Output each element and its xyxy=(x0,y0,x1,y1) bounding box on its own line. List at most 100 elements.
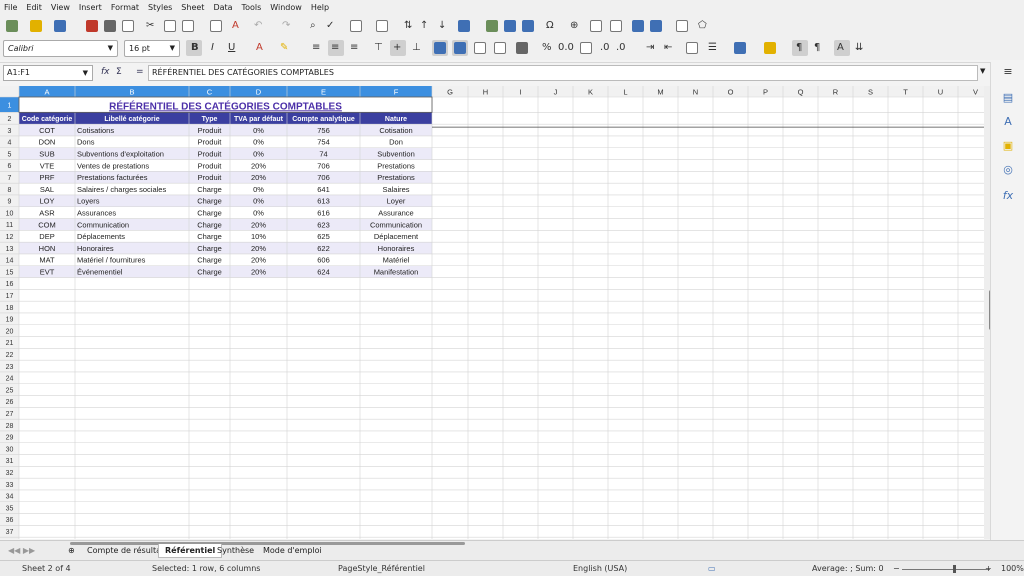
autofilter-icon[interactable] xyxy=(458,20,470,32)
currency-format-icon[interactable] xyxy=(516,42,528,54)
pivot-table-icon[interactable] xyxy=(522,20,534,32)
chevron-down-icon[interactable]: ▼ xyxy=(108,41,113,56)
tab-nav-icon[interactable]: ◀◀ ▶▶ xyxy=(8,546,35,555)
zoom-slider[interactable] xyxy=(902,569,990,570)
underline-icon[interactable]: U xyxy=(228,42,235,54)
chevron-down-icon[interactable]: ▼ xyxy=(83,66,88,80)
column-icon[interactable] xyxy=(376,20,388,32)
name-box[interactable]: A1:F1 ▼ xyxy=(3,65,93,81)
gallery-icon[interactable]: ▣ xyxy=(1002,140,1014,152)
undo-icon[interactable]: ↶ xyxy=(254,20,262,32)
redo-icon[interactable]: ↷ xyxy=(282,20,290,32)
sort-ascending-icon[interactable]: ↑ xyxy=(420,20,428,32)
font-name-combo[interactable]: Calibri ▼ xyxy=(3,40,118,57)
right-to-left-icon[interactable]: ¶ xyxy=(814,42,820,54)
shapes-icon[interactable]: ⬠ xyxy=(698,20,707,32)
menu-styles[interactable]: Styles xyxy=(148,3,172,12)
properties-icon[interactable]: ▤ xyxy=(1002,92,1014,104)
merge-center-icon[interactable] xyxy=(454,42,466,54)
align-bottom-icon[interactable]: ⊥ xyxy=(412,42,421,54)
page-style[interactable]: PageStyle_Référentiel xyxy=(338,564,425,573)
sort-icon[interactable]: ⇅ xyxy=(404,20,412,32)
menu-tools[interactable]: Tools xyxy=(242,3,262,12)
copy-icon[interactable] xyxy=(164,20,176,32)
tab-synthese[interactable]: Synthèse xyxy=(211,544,260,558)
unmerge-icon[interactable] xyxy=(474,42,486,54)
center-vertically-icon[interactable]: + xyxy=(393,42,401,54)
formula-input[interactable]: RÉFÉRENTIEL DES CATÉGORIES COMPTABLES xyxy=(148,65,978,81)
print-icon[interactable] xyxy=(104,20,116,32)
font-color-icon[interactable]: A xyxy=(256,42,263,54)
new-document-icon[interactable] xyxy=(6,20,18,32)
insert-row-icon[interactable] xyxy=(494,42,506,54)
wrap-text-icon[interactable] xyxy=(434,42,446,54)
cut-icon[interactable]: ✂ xyxy=(146,20,154,32)
date-format-icon[interactable] xyxy=(580,42,592,54)
bold-icon[interactable]: B xyxy=(191,42,199,54)
hyperlink-icon[interactable]: ⊕ xyxy=(570,20,578,32)
menu-data[interactable]: Data xyxy=(213,3,232,12)
highlight-color-icon[interactable]: ✎ xyxy=(280,42,288,54)
zoom-level[interactable]: 100% xyxy=(1001,564,1024,573)
expand-formula-icon[interactable]: ▼ xyxy=(980,67,985,75)
increase-indent-icon[interactable]: ⇥ xyxy=(646,42,654,54)
borders-icon[interactable] xyxy=(686,42,698,54)
export-pdf-icon[interactable] xyxy=(86,20,98,32)
menu-window[interactable]: Window xyxy=(270,3,302,12)
menu-sheet[interactable]: Sheet xyxy=(181,3,204,12)
row-icon[interactable] xyxy=(350,20,362,32)
add-sheet-icon[interactable]: ⊕ xyxy=(68,546,75,555)
left-to-right-icon[interactable]: ¶ xyxy=(796,42,802,54)
comment-icon[interactable] xyxy=(590,20,602,32)
styles-icon[interactable]: A xyxy=(1002,116,1014,128)
menu-file[interactable]: File xyxy=(4,3,17,12)
selection-mode-icon[interactable]: ▭ xyxy=(708,564,716,573)
insert-chart-icon[interactable] xyxy=(504,20,516,32)
headers-footers-icon[interactable] xyxy=(610,20,622,32)
decrease-indent-icon[interactable]: ⇤ xyxy=(664,42,672,54)
tab-mode-emploi[interactable]: Mode d'emploi xyxy=(257,544,328,558)
clear-formatting-icon[interactable]: A xyxy=(232,20,239,32)
number-format-icon[interactable]: 0.0 xyxy=(558,42,574,54)
insert-image-icon[interactable] xyxy=(486,20,498,32)
conditional-format-icon[interactable] xyxy=(764,42,776,54)
border-style-icon[interactable]: ☰ xyxy=(708,42,717,54)
spelling-icon[interactable]: ✓ xyxy=(326,20,334,32)
font-size-combo[interactable]: 16 pt ▼ xyxy=(124,40,180,57)
menu-format[interactable]: Format xyxy=(111,3,139,12)
chevron-down-icon[interactable]: ▼ xyxy=(170,41,175,56)
sort-descending-icon[interactable]: ↓ xyxy=(438,20,446,32)
menu-edit[interactable]: Edit xyxy=(26,3,42,12)
delete-decimal-icon[interactable]: .0 xyxy=(616,42,626,54)
navigator-icon[interactable]: ◎ xyxy=(1002,164,1014,176)
paste-icon[interactable] xyxy=(182,20,194,32)
language[interactable]: English (USA) xyxy=(573,564,627,573)
print-preview-icon[interactable] xyxy=(122,20,134,32)
find-replace-icon[interactable]: ⌕ xyxy=(310,20,316,32)
show-draw-functions-icon[interactable] xyxy=(676,20,688,32)
formula-icon[interactable]: = xyxy=(136,67,144,77)
functions-icon[interactable]: fx xyxy=(1002,190,1014,202)
spreadsheet-grid[interactable]: A B C D E F G H I J K L M N O P Q R S T U V 1 2 3 4 5 6 7 8 9 10 11 12 13 1… xyxy=(0,86,988,539)
percent-format-icon[interactable]: % xyxy=(542,42,552,54)
zoom-in-icon[interactable]: + xyxy=(985,564,992,573)
tab-compte-de-resultat[interactable]: Compte de résultat xyxy=(81,544,170,558)
zoom-slider-knob[interactable] xyxy=(953,565,956,573)
vertical-text-icon[interactable]: A xyxy=(837,42,844,54)
freeze-rows-columns-icon[interactable] xyxy=(632,20,644,32)
menu-view[interactable]: View xyxy=(51,3,70,12)
sidebar-menu-icon[interactable]: ≡ xyxy=(1002,66,1014,78)
align-right-icon[interactable]: ≡ xyxy=(350,42,358,54)
text-direction-icon[interactable]: ⇊ xyxy=(855,42,863,54)
border-color-icon[interactable] xyxy=(734,42,746,54)
align-center-icon[interactable]: ≡ xyxy=(331,42,339,54)
function-wizard-icon[interactable]: fx xyxy=(101,67,110,77)
menu-insert[interactable]: Insert xyxy=(79,3,102,12)
add-decimal-icon[interactable]: .0 xyxy=(600,42,610,54)
zoom-out-icon[interactable]: − xyxy=(893,564,900,573)
clone-formatting-icon[interactable] xyxy=(210,20,222,32)
split-window-icon[interactable] xyxy=(650,20,662,32)
special-character-icon[interactable]: Ω xyxy=(546,20,554,32)
menu-help[interactable]: Help xyxy=(311,3,329,12)
save-icon[interactable] xyxy=(54,20,66,32)
